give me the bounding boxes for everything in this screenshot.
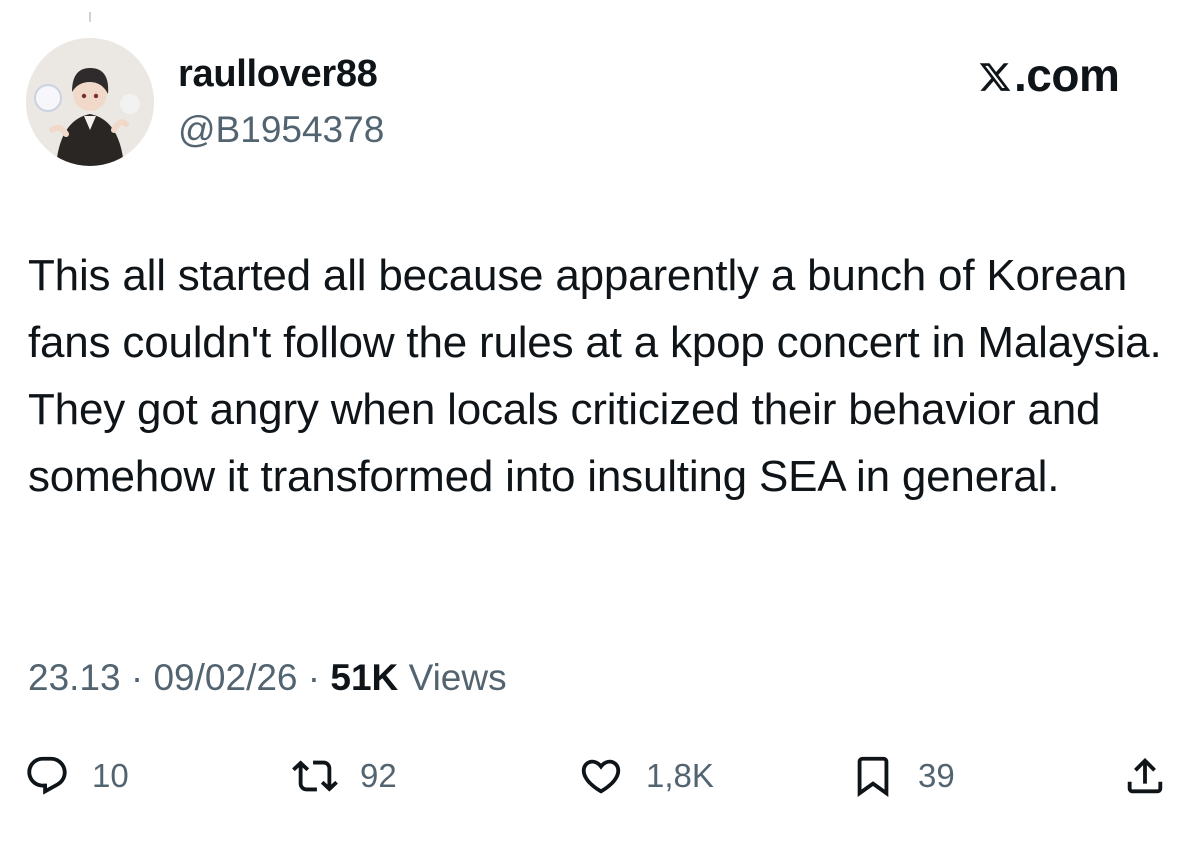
views-count: 51K <box>330 657 399 698</box>
retweet-button[interactable]: 92 <box>292 748 397 804</box>
bookmark-icon <box>857 756 889 797</box>
share-icon <box>1127 757 1163 794</box>
retweet-icon <box>292 760 338 792</box>
site-brand: .com <box>978 49 1120 101</box>
tweet-text: This all started all because apparently … <box>28 251 1162 501</box>
bookmark-button[interactable]: 39 <box>850 748 955 804</box>
bookmark-count: 39 <box>918 757 955 794</box>
retweet-count: 92 <box>360 757 397 794</box>
share-button[interactable] <box>1122 748 1168 804</box>
avatar-image <box>26 38 154 166</box>
reply-button[interactable]: 10 <box>24 748 129 804</box>
like-count: 1,8K <box>646 757 714 794</box>
action-bar: 10 92 1,8K 39 <box>0 748 1200 804</box>
user-handle[interactable]: @B1954378 <box>178 108 384 152</box>
top-divider-mark <box>89 12 91 22</box>
display-name[interactable]: raullover88 <box>178 52 378 96</box>
avatar[interactable] <box>26 38 154 166</box>
tweet-metadata: 23.13 · 09/02/26 · 51K Views <box>28 654 507 702</box>
like-button[interactable]: 1,8K <box>578 748 714 804</box>
reply-count: 10 <box>92 757 129 794</box>
meta-separator: · <box>297 657 331 698</box>
views-label: Views <box>408 657 507 698</box>
tweet-date[interactable]: 09/02/26 <box>153 657 297 698</box>
reply-icon <box>27 756 67 795</box>
meta-separator: · <box>120 657 154 698</box>
heart-icon <box>581 759 621 794</box>
x-logo-icon <box>979 63 1011 91</box>
site-domain-label: .com <box>1014 49 1120 101</box>
tweet-time[interactable]: 23.13 <box>28 657 121 698</box>
